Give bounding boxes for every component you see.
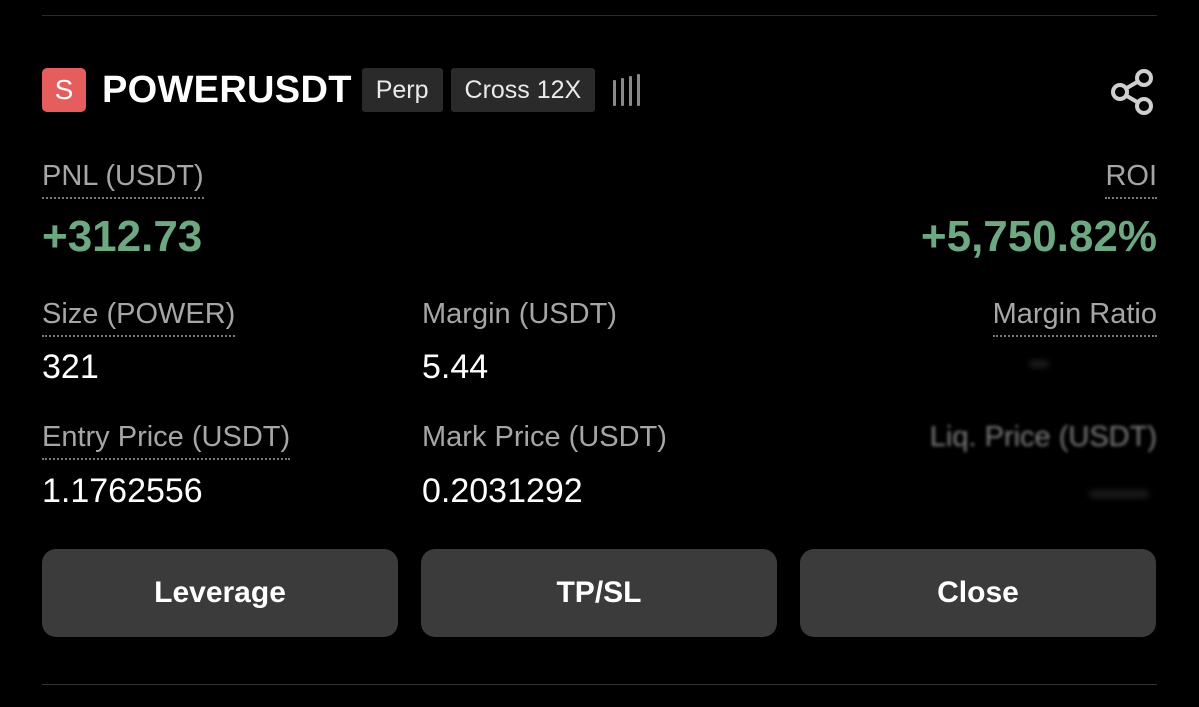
entry-price-label[interactable]: Entry Price (USDT) (42, 421, 291, 460)
entry-price-value: 1.1762556 (42, 472, 203, 510)
margin-label: Margin (USDT) (422, 298, 617, 330)
margin-mode-chip[interactable]: Cross 12X (450, 68, 596, 112)
roi-label[interactable]: ROI (1105, 160, 1157, 199)
bottom-divider (42, 684, 1157, 685)
margin-ratio-label[interactable]: Margin Ratio (992, 298, 1157, 337)
leverage-button[interactable]: Leverage (42, 549, 398, 637)
tpsl-button[interactable]: TP/SL (421, 549, 777, 637)
pnl-value: +312.73 (42, 212, 203, 261)
risk-indicator-icon (613, 74, 641, 106)
close-position-button[interactable]: Close (800, 549, 1156, 637)
size-label[interactable]: Size (POWER) (42, 298, 236, 337)
position-header: S POWERUSDT Perp Cross 12X (42, 67, 1157, 115)
side-badge: S (42, 68, 86, 112)
margin-ratio-value (1029, 360, 1049, 368)
share-button[interactable] (1107, 67, 1157, 117)
pnl-label[interactable]: PNL (USDT) (42, 160, 204, 199)
liq-price-value (1089, 490, 1149, 498)
mark-price-value: 0.2031292 (422, 472, 583, 510)
margin-value: 5.44 (422, 348, 489, 386)
size-value: 321 (42, 348, 99, 386)
top-divider (42, 15, 1157, 16)
mark-price-label: Mark Price (USDT) (422, 421, 667, 453)
roi-value: +5,750.82% (920, 212, 1157, 261)
contract-type-chip: Perp (361, 68, 443, 112)
share-icon (1111, 69, 1153, 115)
symbol-title[interactable]: POWERUSDT (102, 69, 352, 112)
liq-price-label: Liq. Price (USDT) (929, 421, 1157, 453)
